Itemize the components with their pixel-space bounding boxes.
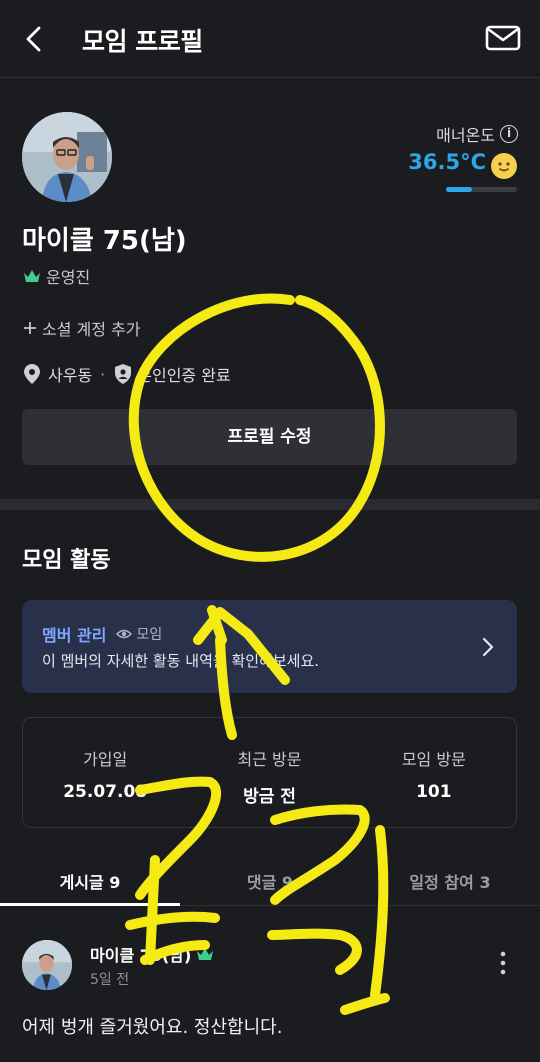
manner-temperature-bar [446,187,517,192]
profile-meta: 사우동 · 본인인증 완료 [22,362,231,386]
back-arrow-icon[interactable] [20,24,50,54]
member-management-card[interactable]: 멤버 관리 모임 이 멤버의 자세한 활동 내역을 확인해보세요. [22,600,517,693]
member-management-description: 이 멤버의 자세한 활동 내역을 확인해보세요. [42,652,320,670]
stat-recent-visit: 최근 방문 방금 전 [187,718,351,827]
location-text: 사우동 [48,366,93,385]
stat-value: 25.07.08 [63,782,148,802]
header-bar: 모임 프로필 [0,0,540,78]
location-pin-icon [24,364,40,384]
post-author-avatar[interactable] [22,940,72,990]
profile-name: 마이클 75(남) [22,226,187,256]
member-management-title: 멤버 관리 모임 [42,622,162,646]
operator-badge: 운영진 [22,264,90,288]
content-tabs: 게시글 9 댓글 9 일정 참여 3 [0,856,540,906]
separator-dot: · [100,364,106,384]
shield-check-icon [115,364,132,384]
tab-posts[interactable]: 게시글 9 [0,856,180,906]
post-text: 어제 벙개 즐거웠어요. 정산합니다. [22,1017,283,1038]
edit-profile-button[interactable]: 프로필 수정 [22,409,517,465]
manner-temperature-fill [446,187,472,192]
member-management-label: 멤버 관리 [42,626,107,645]
add-social-account-link[interactable]: 소셜 계정 추가 [22,316,141,340]
tab-comments[interactable]: 댓글 9 [180,856,360,905]
post-author-name: 마이클 75(남) [90,946,192,965]
annotation-glyph-rik [267,804,390,1015]
stat-value: 101 [416,782,452,802]
mail-icon[interactable] [485,24,521,52]
stat-value: 방금 전 [243,787,296,807]
stat-label: 최근 방문 [237,750,302,769]
tab-schedule[interactable]: 일정 참여 3 [360,856,540,905]
crown-icon [197,948,214,960]
post-time: 5일 전 [90,972,130,988]
avatar[interactable] [22,112,112,202]
more-options-icon[interactable] [495,950,511,976]
activity-section-title: 모임 활동 [22,548,111,573]
activity-stats: 가입일 25.07.08 최근 방문 방금 전 모임 방문 101 [22,717,517,828]
stat-label: 모임 방문 [401,750,466,769]
stat-meeting-visits: 모임 방문 101 [352,718,516,827]
chevron-right-icon [482,637,494,657]
verification-text: 본인인증 완료 [137,366,231,385]
page-title: 모임 프로필 [82,27,203,56]
post-author: 마이클 75(남) [90,942,215,966]
stat-join-date: 가입일 25.07.08 [23,718,187,827]
member-management-subtitle: 모임 [116,624,162,644]
manner-temperature-value: 36.5°C [408,150,486,174]
eye-icon [116,629,133,639]
manner-temperature-label: 매너온도 i [436,122,518,146]
smiley-face-icon [491,153,517,179]
crown-icon [24,270,40,282]
manner-label-text: 매너온도 [436,126,495,145]
section-divider [0,499,540,510]
stat-label: 가입일 [83,750,128,769]
add-social-label: 소셜 계정 추가 [42,320,141,339]
plus-icon [24,322,36,334]
member-management-sub-text: 모임 [136,627,163,643]
info-icon[interactable]: i [500,125,518,143]
operator-label: 운영진 [46,268,91,287]
